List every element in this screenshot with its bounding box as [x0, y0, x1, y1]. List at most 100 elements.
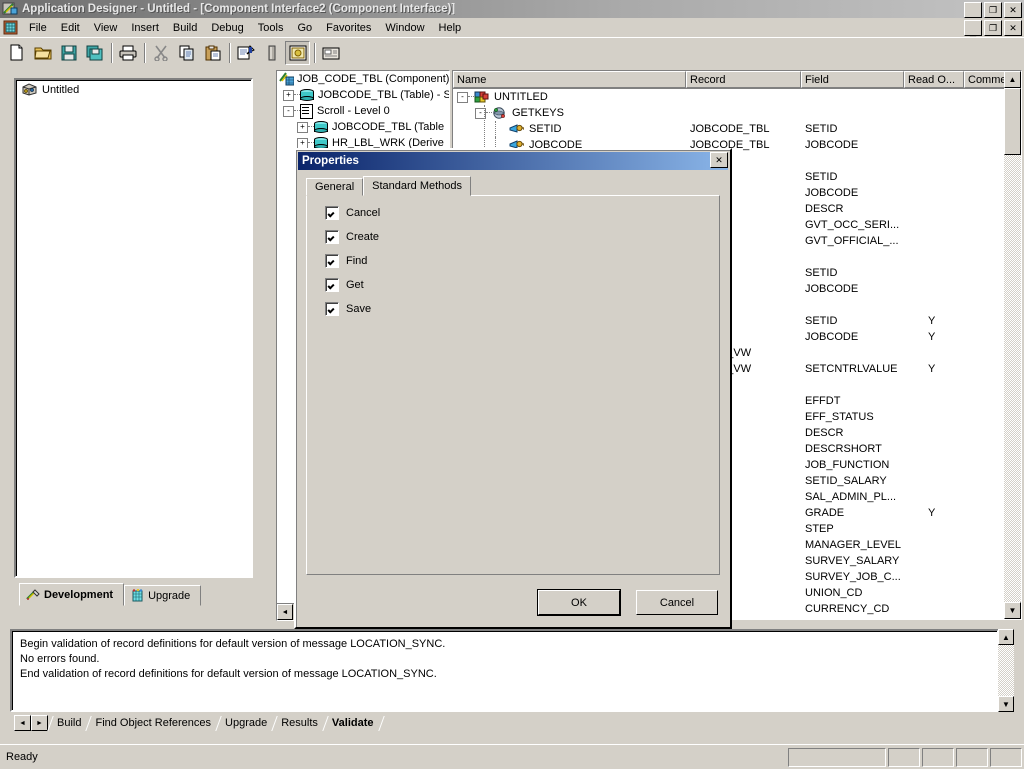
print-icon[interactable] — [115, 41, 140, 65]
column-header-readonly[interactable]: Read O... — [904, 71, 964, 88]
checkbox-find[interactable] — [325, 254, 339, 268]
toolbar-separator-4 — [311, 42, 318, 64]
menu-tools[interactable]: Tools — [251, 20, 291, 36]
output-text-area[interactable]: Begin validation of record definitions f… — [10, 629, 999, 712]
expander-minus-icon[interactable]: - — [457, 92, 468, 103]
column-header-record[interactable]: Record — [686, 71, 801, 88]
maximize-button[interactable]: ❐ — [984, 2, 1002, 18]
table-row[interactable]: -GETKEYS — [453, 105, 1021, 121]
cancel-button-label: Cancel — [660, 597, 694, 609]
view-definition-icon[interactable] — [259, 41, 284, 65]
menu-window[interactable]: Window — [378, 20, 431, 36]
scroll-up-button[interactable]: ▲ — [1004, 71, 1021, 88]
save-icon[interactable] — [56, 41, 81, 65]
tab-scroll-next-button[interactable]: ► — [31, 715, 48, 731]
checkbox-row-find[interactable]: Find — [325, 254, 719, 268]
checkbox-row-get[interactable]: Get — [325, 278, 719, 292]
project-root-node[interactable]: Untitled — [16, 80, 251, 96]
tree-row-jobcode-tbl-table[interactable]: + JOBCODE_TBL (Table) - S — [277, 87, 449, 103]
checkbox-row-cancel[interactable]: Cancel — [325, 206, 719, 220]
collection-icon — [492, 107, 507, 120]
menu-build[interactable]: Build — [166, 20, 204, 36]
menu-file[interactable]: File — [22, 20, 54, 36]
cell-field: DESCRSHORT — [801, 443, 904, 455]
expander-plus-icon[interactable]: + — [297, 138, 308, 149]
new-icon[interactable] — [4, 41, 29, 65]
cell-field: SAL_ADMIN_PL... — [801, 491, 904, 503]
menu-view[interactable]: View — [87, 20, 125, 36]
cut-scissors-icon[interactable] — [148, 41, 173, 65]
output-vscrollbar[interactable]: ▲ ▼ — [998, 629, 1014, 712]
output-tab-build-label: Build — [57, 717, 81, 729]
menu-go[interactable]: Go — [290, 20, 319, 36]
ok-button[interactable]: OK — [538, 590, 620, 615]
close-button[interactable]: ✕ — [1004, 2, 1022, 18]
tab-general[interactable]: General — [306, 178, 363, 196]
tab-development[interactable]: Development — [19, 583, 124, 606]
checkbox-get[interactable] — [325, 278, 339, 292]
copy-icon[interactable] — [174, 41, 199, 65]
expander-minus-icon[interactable]: - — [283, 106, 294, 117]
checkbox-row-save[interactable]: Save — [325, 302, 719, 316]
mdi-close-button[interactable]: ✕ — [1004, 20, 1022, 36]
menu-debug[interactable]: Debug — [204, 20, 250, 36]
cell-field: GVT_OCC_SERI... — [801, 219, 904, 231]
cell-name: SETID — [453, 121, 686, 137]
checkbox-cancel[interactable] — [325, 206, 339, 220]
tab-scroll-prev-button[interactable]: ◄ — [14, 715, 31, 731]
cell-field: JOBCODE — [801, 283, 904, 295]
mdi-restore-button[interactable]: ❐ — [984, 20, 1002, 36]
output-scroll-down-button[interactable]: ▼ — [998, 696, 1014, 712]
component-interface-icon[interactable] — [3, 20, 19, 35]
expander-plus-icon[interactable]: + — [297, 122, 308, 133]
output-tab-find-label: Find Object References — [95, 717, 211, 729]
dialog-close-button[interactable]: ✕ — [710, 152, 728, 168]
app-designer-icon — [2, 2, 18, 16]
cancel-button[interactable]: Cancel — [636, 590, 718, 615]
cell-field: DESCR — [801, 427, 904, 439]
menu-insert[interactable]: Insert — [124, 20, 166, 36]
view-pageflow-icon[interactable] — [285, 41, 310, 65]
output-tab-find-object-references[interactable]: Find Object References — [88, 716, 218, 731]
output-tab-build[interactable]: Build — [50, 716, 88, 731]
tree-row-component[interactable]: JOB_CODE_TBL (Component) — [277, 71, 449, 87]
output-scroll-up-button[interactable]: ▲ — [998, 629, 1014, 645]
tree-row-scroll-level-0[interactable]: - Scroll - Level 0 — [277, 103, 449, 119]
column-header-name[interactable]: Name — [453, 71, 686, 88]
checkbox-row-create[interactable]: Create — [325, 230, 719, 244]
output-tab-validate[interactable]: Validate — [325, 716, 381, 731]
row-name-label: UNTITLED — [494, 91, 548, 103]
open-folder-icon[interactable] — [30, 41, 55, 65]
table-row[interactable]: - UNTITLED — [453, 89, 1021, 105]
scrollbar-track[interactable] — [998, 645, 1014, 696]
output-tab-results-label: Results — [281, 717, 318, 729]
mdi-minimize-button[interactable]: _ — [964, 20, 982, 36]
properties-dialog: Properties ✕ General Standard Methods Ca… — [294, 148, 732, 629]
properties-icon[interactable] — [233, 41, 258, 65]
save-all-icon[interactable] — [82, 41, 107, 65]
scrollbar-track[interactable] — [1004, 87, 1021, 603]
table-row[interactable]: SETIDJOBCODE_TBLSETID — [453, 121, 1021, 137]
dialog-title-bar[interactable]: Properties — [298, 152, 728, 170]
checkbox-create[interactable] — [325, 230, 339, 244]
minimize-button[interactable]: _ — [964, 2, 982, 18]
list-vscrollbar[interactable]: ▲ ▼ — [1004, 71, 1021, 619]
column-header-field[interactable]: Field — [801, 71, 904, 88]
menu-help[interactable]: Help — [432, 20, 469, 36]
output-tab-upgrade[interactable]: Upgrade — [218, 716, 274, 731]
checkbox-save[interactable] — [325, 302, 339, 316]
vertical-splitter[interactable] — [271, 66, 275, 626]
tree-row-jobcode-tbl-child[interactable]: + JOBCODE_TBL (Table — [277, 119, 449, 135]
scroll-down-button[interactable]: ▼ — [1004, 602, 1021, 619]
tab-upgrade[interactable]: Upgrade — [124, 585, 201, 606]
menu-favorites[interactable]: Favorites — [319, 20, 378, 36]
scrollbar-thumb[interactable] — [1004, 88, 1021, 155]
paste-icon[interactable] — [200, 41, 225, 65]
tab-standard-methods[interactable]: Standard Methods — [363, 176, 471, 196]
project-workspace-icon[interactable] — [318, 41, 343, 65]
scroll-left-button[interactable]: ◄ — [277, 604, 293, 620]
project-tree[interactable]: Untitled — [14, 78, 253, 578]
menu-edit[interactable]: Edit — [54, 20, 87, 36]
expander-plus-icon[interactable]: + — [283, 90, 294, 101]
output-tab-results[interactable]: Results — [274, 716, 325, 731]
